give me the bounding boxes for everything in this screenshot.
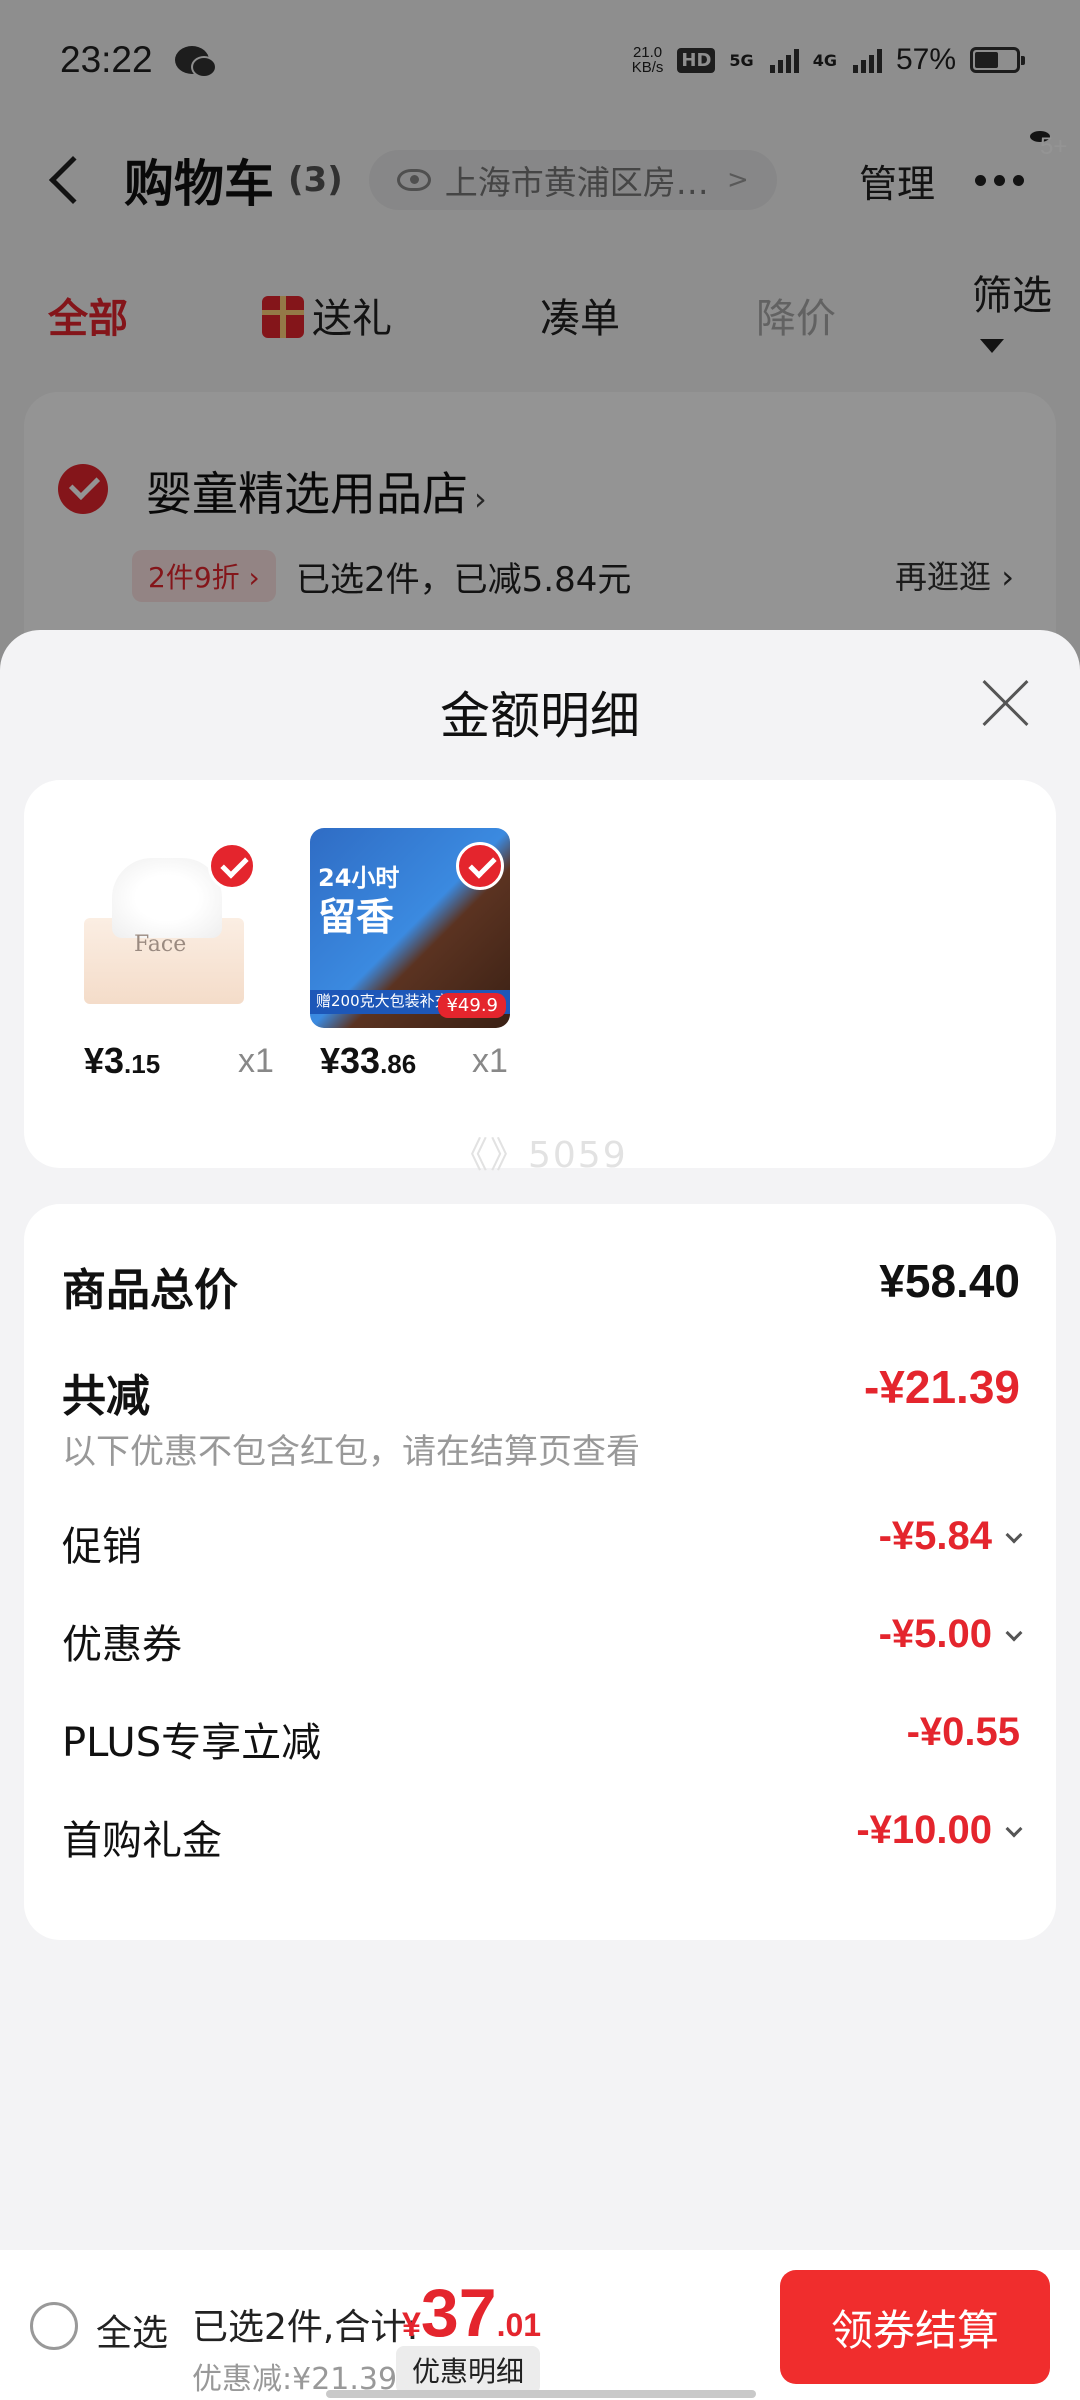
reduce-label: 共减 bbox=[62, 1371, 150, 1422]
gift-cash-amount: -¥10.00 bbox=[856, 1808, 992, 1852]
check-icon bbox=[208, 842, 256, 890]
product-qty: x1 bbox=[472, 1042, 508, 1080]
product-thumbnail-tissue: Face bbox=[62, 828, 262, 1028]
checkout-bar: 全选 已选2件,合计: ¥37.01 优惠减:¥21.39 优惠明细 领券结算 bbox=[0, 2250, 1080, 2400]
chevron-down-icon bbox=[1005, 1526, 1023, 1544]
promo-row-value[interactable]: -¥5.84 bbox=[878, 1514, 1023, 1559]
currency-symbol: ¥ bbox=[402, 2306, 421, 2344]
product-thumbnail-bodywash: 24小时 留香 赠200克大包装补充装 ¥49.9 bbox=[310, 828, 510, 1028]
check-icon bbox=[456, 842, 504, 890]
total-price: ¥37.01 bbox=[402, 2274, 541, 2352]
coupon-row-label: 优惠券 bbox=[62, 1622, 182, 1668]
checkout-button[interactable]: 领券结算 bbox=[780, 2270, 1050, 2384]
gift-cash-row-value[interactable]: -¥10.00 bbox=[856, 1808, 1023, 1853]
product-qty: x1 bbox=[238, 1042, 274, 1080]
price-int: ¥3 bbox=[84, 1040, 125, 1081]
summary-prefix: 已选2件,合计: bbox=[192, 2307, 419, 2348]
product-item[interactable]: Face bbox=[62, 828, 262, 1028]
promo-row-label: 促销 bbox=[62, 1524, 142, 1570]
selected-products-card: Face ¥3.15 x1 24小时 留香 赠200克大包装补充装 ¥49.9 … bbox=[24, 780, 1056, 1176]
product-price: ¥3.15 bbox=[84, 1040, 160, 1082]
reduce-value: -¥21.39 bbox=[863, 1361, 1020, 1413]
reduce-note: 以下优惠不包含红包，请在结算页查看 bbox=[62, 1432, 640, 1472]
total-label: 商品总价 bbox=[62, 1265, 238, 1316]
select-all-label[interactable]: 全选 bbox=[96, 2304, 168, 2356]
chevron-down-icon bbox=[1005, 1624, 1023, 1642]
total-value: ¥58.40 bbox=[879, 1255, 1020, 1307]
price-detail-sheet: 金额明细 Face ¥3.15 x1 24小时 留香 赠200克大包装补充装 ¥… bbox=[0, 630, 1080, 2250]
discount-detail-button[interactable]: 优惠明细 bbox=[396, 2346, 541, 2394]
home-indicator bbox=[326, 2390, 756, 2398]
chevron-down-icon bbox=[1005, 1820, 1023, 1838]
watermark: 《》5059 bbox=[452, 1135, 628, 1176]
coupon-row-value[interactable]: -¥5.00 bbox=[878, 1612, 1023, 1657]
thumb-text: 留香 bbox=[318, 895, 395, 939]
tissue-shape bbox=[112, 858, 222, 938]
plus-row-value: -¥0.55 bbox=[906, 1710, 1020, 1754]
promo-amount: -¥5.84 bbox=[878, 1514, 992, 1558]
total-int: 37 bbox=[420, 2275, 497, 2351]
price-dec: .86 bbox=[380, 1049, 417, 1079]
price-summary-card: 商品总价 ¥58.40 共减 -¥21.39 以下优惠不包含红包，请在结算页查看… bbox=[24, 1204, 1056, 1940]
product-item[interactable]: 24小时 留香 赠200克大包装补充装 ¥49.9 bbox=[310, 828, 510, 1028]
close-icon[interactable] bbox=[980, 678, 1030, 728]
total-dec: .01 bbox=[496, 2307, 542, 2343]
tissue-brand: Face bbox=[134, 932, 187, 957]
coupon-amount: -¥5.00 bbox=[878, 1612, 992, 1656]
plus-row-label: PLUS专享立减 bbox=[62, 1720, 322, 1766]
thumb-price: ¥49.9 bbox=[438, 993, 506, 1018]
sheet-title: 金额明细 bbox=[440, 687, 640, 745]
select-all-checkbox[interactable] bbox=[30, 2302, 78, 2350]
gift-cash-row-label: 首购礼金 bbox=[62, 1818, 222, 1864]
product-price: ¥33.86 bbox=[320, 1040, 416, 1082]
price-int: ¥33 bbox=[320, 1040, 381, 1081]
price-dec: .15 bbox=[124, 1049, 161, 1079]
